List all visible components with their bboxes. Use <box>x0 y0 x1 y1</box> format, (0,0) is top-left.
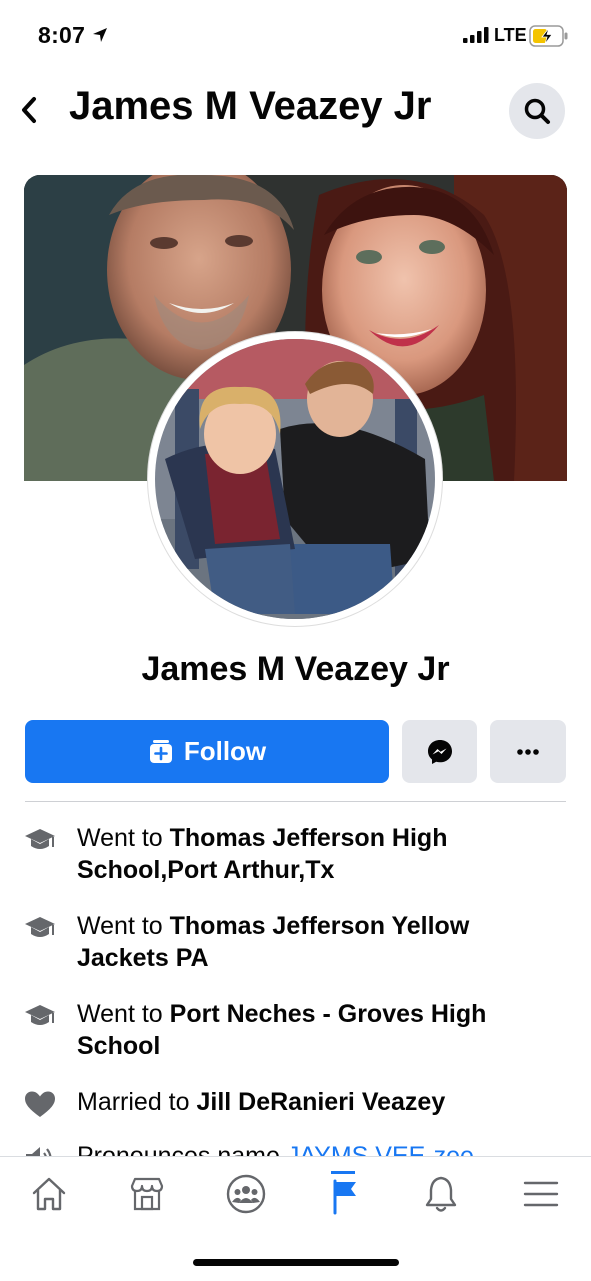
follow-label: Follow <box>183 736 267 766</box>
page-title: James M Veazey Jr <box>69 84 432 128</box>
menu-icon <box>523 1181 559 1207</box>
intro-text: Went to Port Neches - Groves High School <box>77 1000 487 1060</box>
nav-pages[interactable] <box>318 1171 368 1217</box>
message-button[interactable] <box>402 720 477 783</box>
graduation-cap-icon <box>24 910 60 974</box>
marketplace-icon <box>130 1177 164 1211</box>
signal-strength-icon <box>463 27 491 48</box>
back-button[interactable] <box>14 90 44 130</box>
speaker-icon <box>24 1140 60 1156</box>
graduation-cap-icon <box>24 822 60 886</box>
intro-item-relationship[interactable]: Married to Jill DeRanieri Veazey <box>24 1086 544 1123</box>
profile-picture[interactable] <box>148 332 442 626</box>
pages-flag-icon <box>331 1171 356 1215</box>
intro-text: Married to Jill DeRanieri Veazey <box>77 1088 446 1116</box>
profile-name: James M Veazey Jr <box>141 650 450 688</box>
home-icon <box>32 1177 66 1211</box>
search-button[interactable] <box>509 83 565 139</box>
home-indicator <box>193 1259 399 1266</box>
search-icon <box>524 98 550 124</box>
follow-plus-icon <box>149 739 172 763</box>
spouse-link[interactable]: Jill DeRanieri Veazey <box>196 1088 445 1116</box>
intro-text: Pronounces name JAYMS VEE-zee <box>77 1140 474 1156</box>
notifications-bell-icon <box>425 1176 457 1212</box>
groups-icon <box>226 1174 266 1214</box>
nav-groups[interactable] <box>221 1171 271 1217</box>
intro-item-education[interactable]: Went to Thomas Jefferson High School,Por… <box>24 822 544 886</box>
heart-icon <box>24 1086 60 1123</box>
pronunciation-link[interactable]: JAYMS VEE-zee <box>287 1142 474 1156</box>
graduation-cap-icon <box>24 998 60 1062</box>
nav-marketplace[interactable] <box>122 1171 172 1217</box>
intro-item-education[interactable]: Went to Thomas Jefferson Yellow Jackets … <box>24 910 544 974</box>
messenger-icon <box>427 739 452 764</box>
intro-item-education[interactable]: Went to Port Neches - Groves High School <box>24 998 544 1062</box>
follow-button[interactable]: Follow <box>25 720 389 783</box>
location-arrow-icon <box>92 27 108 48</box>
nav-home[interactable] <box>24 1171 74 1217</box>
nav-notifications[interactable] <box>416 1171 466 1217</box>
intro-text: Went to Thomas Jefferson High School,Por… <box>77 824 448 884</box>
chevron-left-icon <box>22 97 36 123</box>
nav-menu[interactable] <box>516 1171 566 1217</box>
divider <box>25 801 566 802</box>
network-type: LTE <box>494 25 527 45</box>
more-options-button[interactable] <box>490 720 566 783</box>
intro-item-pronunciation[interactable]: Pronounces name JAYMS VEE-zee <box>24 1140 544 1156</box>
status-time: 8:07 <box>38 22 86 48</box>
ellipsis-icon <box>517 748 539 755</box>
intro-text: Went to Thomas Jefferson Yellow Jackets … <box>77 912 470 972</box>
battery-charging-icon <box>529 25 569 52</box>
